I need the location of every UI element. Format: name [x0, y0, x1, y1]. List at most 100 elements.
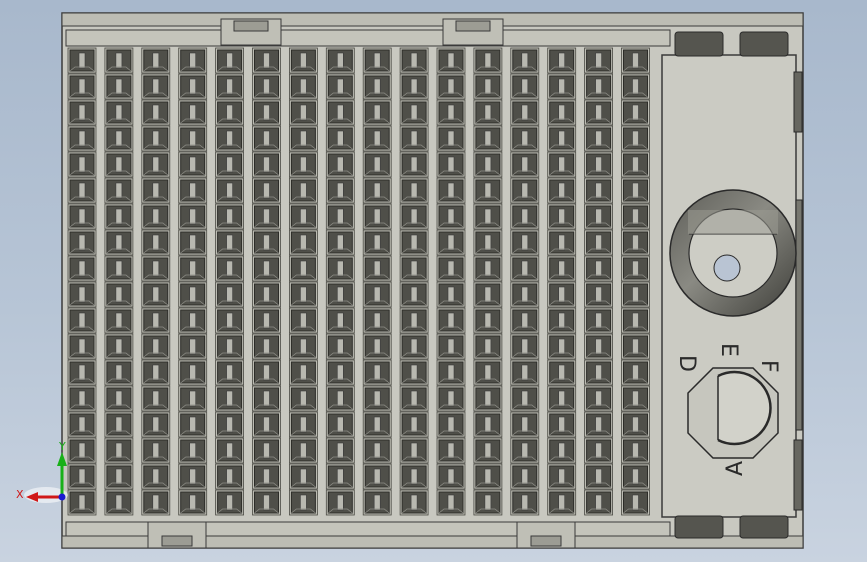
contact-cavity: [473, 333, 503, 360]
contact-cavity: [510, 177, 540, 204]
contact-cavity: [510, 73, 540, 100]
contact-cavity: [547, 255, 577, 282]
contact-cavity: [141, 411, 171, 438]
contact-cavity: [67, 229, 97, 256]
contact-cavity: [178, 437, 208, 464]
contact-cavity: [436, 73, 466, 100]
contact-cavity: [288, 437, 318, 464]
contact-cavity: [399, 203, 429, 230]
contact-cavity: [67, 463, 97, 490]
contact-cavity: [362, 47, 392, 74]
contact-cavity: [547, 151, 577, 178]
bottom-latch-right: [516, 521, 576, 549]
contact-cavity: [621, 177, 650, 204]
contact-cavity: [252, 463, 281, 490]
coordinate-triad[interactable]: X Y: [16, 440, 68, 503]
contact-cavity: [436, 411, 466, 438]
contact-cavity: [362, 73, 392, 100]
contact-cavity: [547, 229, 577, 256]
contact-cavity: [547, 307, 577, 334]
contact-cavity: [104, 229, 134, 256]
contact-cavity: [67, 73, 97, 100]
contact-cavity: [141, 333, 171, 360]
contact-cavity: [362, 359, 392, 386]
contact-cavity: [473, 47, 503, 74]
contact-cavity: [104, 73, 134, 100]
contact-cavity: [141, 73, 171, 100]
contact-cavity: [399, 359, 429, 386]
contact-cavity: [436, 47, 466, 74]
contact-cavity: [510, 411, 540, 438]
contact-cavity: [399, 333, 429, 360]
contact-cavity: [215, 47, 245, 74]
contact-cavity: [621, 47, 650, 74]
contact-cavity: [399, 385, 429, 412]
contact-cavity: [252, 385, 281, 412]
contact-cavity: [436, 255, 466, 282]
contact-cavity: [584, 125, 613, 152]
contact-cavity: [399, 47, 429, 74]
orientation-label-f: F: [756, 360, 781, 373]
contact-cavity: [325, 229, 355, 256]
contact-cavity: [399, 307, 429, 334]
contact-cavity: [215, 73, 245, 100]
contact-cavity: [104, 463, 134, 490]
contact-cavity: [362, 307, 392, 334]
contact-cavity: [362, 99, 392, 126]
contact-cavity: [325, 489, 355, 516]
contact-cavity: [621, 255, 650, 282]
keying-clip-bottom-right: [739, 515, 789, 539]
contact-cavity: [141, 437, 171, 464]
contact-cavity: [288, 255, 318, 282]
contact-cavity: [473, 463, 503, 490]
contact-cavity: [510, 437, 540, 464]
orientation-key: [687, 367, 779, 459]
contact-cavity: [621, 489, 650, 516]
contact-cavity: [67, 203, 97, 230]
contact-cavity: [399, 489, 429, 516]
contact-cavity: [252, 437, 281, 464]
contact-cavity: [584, 255, 613, 282]
contact-cavity: [141, 489, 171, 516]
contact-cavity: [288, 385, 318, 412]
contact-cavity: [621, 229, 650, 256]
contact-cavity: [436, 489, 466, 516]
mounting-ring: [669, 189, 797, 317]
contact-cavity: [252, 229, 281, 256]
contact-cavity: [67, 437, 97, 464]
contact-cavity: [362, 333, 392, 360]
contact-cavity: [399, 281, 429, 308]
contact-cavity: [621, 437, 650, 464]
contact-cavity: [436, 463, 466, 490]
contact-cavity: [178, 489, 208, 516]
contact-cavity: [362, 229, 392, 256]
contact-cavity: [252, 73, 281, 100]
contact-cavity: [215, 411, 245, 438]
mounting-hole: [713, 254, 741, 282]
cad-viewport[interactable]: D E F A X Y: [0, 0, 867, 562]
contact-cavity: [215, 333, 245, 360]
contact-cavity: [67, 99, 97, 126]
contact-cavity: [362, 151, 392, 178]
contact-cavity: [215, 307, 245, 334]
contact-cavity: [510, 151, 540, 178]
contact-cavity: [252, 255, 281, 282]
contact-cavity: [547, 489, 577, 516]
contact-cavity: [362, 281, 392, 308]
contact-cavity: [104, 437, 134, 464]
contact-cavity: [215, 125, 245, 152]
contact-cavity: [67, 177, 97, 204]
contact-cavity: [215, 489, 245, 516]
contact-cavity: [325, 255, 355, 282]
contact-cavity: [141, 47, 171, 74]
contact-cavity: [547, 385, 577, 412]
contact-cavity: [362, 385, 392, 412]
contact-cavity: [436, 359, 466, 386]
contact-cavity: [362, 463, 392, 490]
side-slot-bottom: [793, 439, 803, 511]
connector-model-view[interactable]: D E F A X Y: [0, 0, 867, 562]
contact-cavity: [104, 307, 134, 334]
contact-cavity: [362, 125, 392, 152]
contact-cavity: [547, 47, 577, 74]
contact-cavity: [584, 281, 613, 308]
